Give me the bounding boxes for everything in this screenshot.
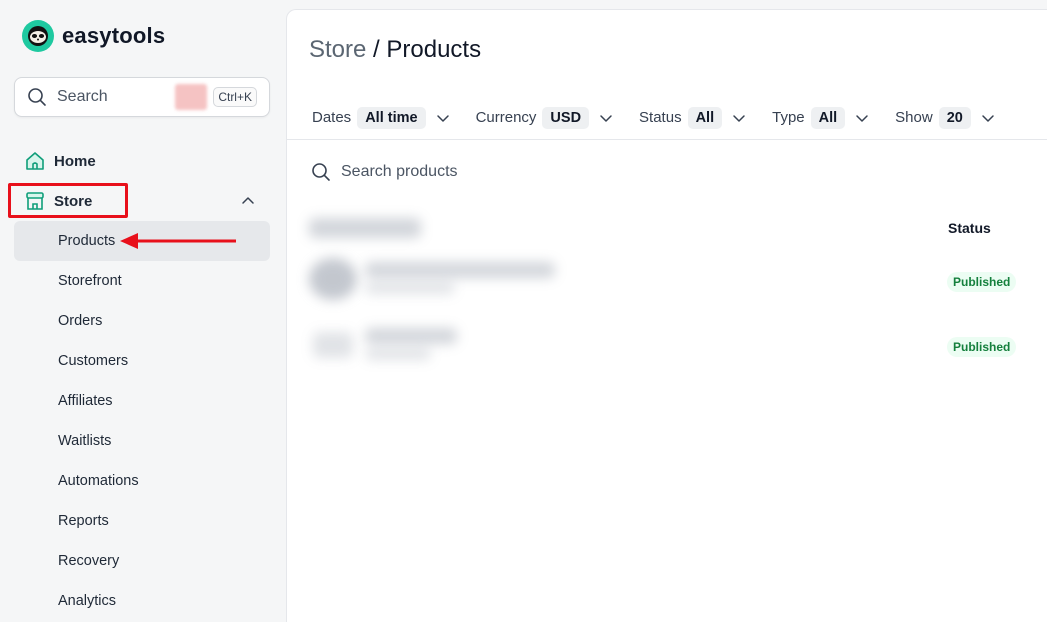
sidebar-item-label: Orders: [58, 313, 103, 329]
product-search-placeholder: Search products: [341, 163, 458, 180]
store-icon: [26, 192, 44, 210]
redacted-product-thumbnail: [313, 332, 353, 358]
filter-value: USD: [542, 106, 590, 129]
sidebar-item-automations[interactable]: Automations: [14, 461, 270, 501]
filter-bar: Dates All time Currency USD Status All T…: [287, 96, 1047, 140]
redacted-product-name[interactable]: [365, 262, 555, 278]
sidebar-item-label: Recovery: [58, 553, 120, 569]
product-search[interactable]: Search products: [311, 162, 458, 182]
breadcrumb-separator: /: [366, 36, 387, 63]
filter-value: All: [687, 106, 723, 129]
sidebar-item-label: Affiliates: [58, 393, 113, 409]
redacted-product-meta: [365, 348, 431, 360]
sidebar-item-recovery[interactable]: Recovery: [14, 541, 270, 581]
sidebar-item-analytics[interactable]: Analytics: [14, 581, 270, 621]
breadcrumb-current: Products: [386, 36, 482, 63]
redacted-product-name[interactable]: [365, 328, 457, 344]
main-panel: Store / Products Dates All time Currency…: [286, 9, 1047, 622]
search-icon: [312, 163, 330, 181]
filter-label: Show: [895, 109, 933, 126]
page-title: Store / Products: [309, 36, 481, 64]
sidebar-item-products[interactable]: Products: [14, 221, 270, 261]
sidebar-item-home[interactable]: Home: [14, 141, 270, 181]
sloth-logo-icon: [22, 20, 54, 52]
sidebar-item-label: Customers: [58, 353, 129, 369]
redacted-product-thumbnail: [309, 258, 357, 300]
sidebar-item-label: Products: [58, 233, 116, 249]
filter-label: Status: [639, 109, 682, 126]
breadcrumb-store[interactable]: Store: [309, 36, 366, 63]
filter-dates[interactable]: Dates All time: [312, 106, 450, 129]
sidebar-search[interactable]: Search Ctrl+K: [14, 77, 270, 117]
filter-value: 20: [938, 106, 971, 129]
logo[interactable]: easytools: [22, 20, 165, 52]
chevron-down-icon: [733, 114, 745, 122]
status-badge: Published: [947, 272, 1017, 292]
chevron-down-icon: [600, 114, 612, 122]
sidebar-item-label: Home: [54, 152, 96, 170]
sidebar-item-waitlists[interactable]: Waitlists: [14, 421, 270, 461]
redacted-avatar: [175, 84, 208, 110]
keyboard-shortcut: Ctrl+K: [213, 87, 257, 107]
sidebar-item-label: Store: [54, 192, 93, 210]
sidebar-item-label: Reports: [58, 513, 109, 529]
sidebar-item-reports[interactable]: Reports: [14, 501, 270, 541]
filter-value: All: [810, 106, 846, 129]
sidebar-item-label: Automations: [58, 473, 139, 489]
filter-currency[interactable]: Currency USD: [475, 106, 613, 129]
chevron-down-icon: [982, 114, 994, 122]
search-label: Search: [57, 88, 108, 105]
search-icon: [28, 88, 46, 106]
status-column-header: Status: [948, 220, 991, 236]
sidebar-item-label: Analytics: [58, 593, 117, 609]
redacted-product-meta: [365, 282, 455, 294]
sidebar-item-store[interactable]: Store: [14, 181, 270, 221]
filter-label: Type: [772, 109, 805, 126]
filter-type[interactable]: Type All: [772, 106, 869, 129]
filter-value: All time: [357, 106, 426, 129]
sidebar-item-storefront[interactable]: Storefront: [14, 261, 270, 301]
sidebar-item-affiliates[interactable]: Affiliates: [14, 381, 270, 421]
sidebar-item-label: Storefront: [58, 273, 122, 289]
redacted-column-header: [309, 218, 421, 238]
chevron-down-icon: [856, 114, 868, 122]
filter-status[interactable]: Status All: [639, 106, 746, 129]
sidebar-item-label: Waitlists: [58, 433, 112, 449]
logo-text: easytools: [62, 23, 166, 48]
sidebar-item-customers[interactable]: Customers: [14, 341, 270, 381]
chevron-up-icon[interactable]: [240, 193, 256, 209]
filter-show[interactable]: Show 20: [895, 106, 995, 129]
filter-label: Currency: [475, 109, 537, 126]
status-badge: Published: [947, 337, 1017, 357]
filter-label: Dates: [312, 109, 352, 126]
home-icon: [26, 152, 44, 170]
sidebar-item-orders[interactable]: Orders: [14, 301, 270, 341]
chevron-down-icon: [436, 114, 449, 122]
sidebar: easytools Search Ctrl+K Home Store Produ…: [0, 0, 286, 622]
